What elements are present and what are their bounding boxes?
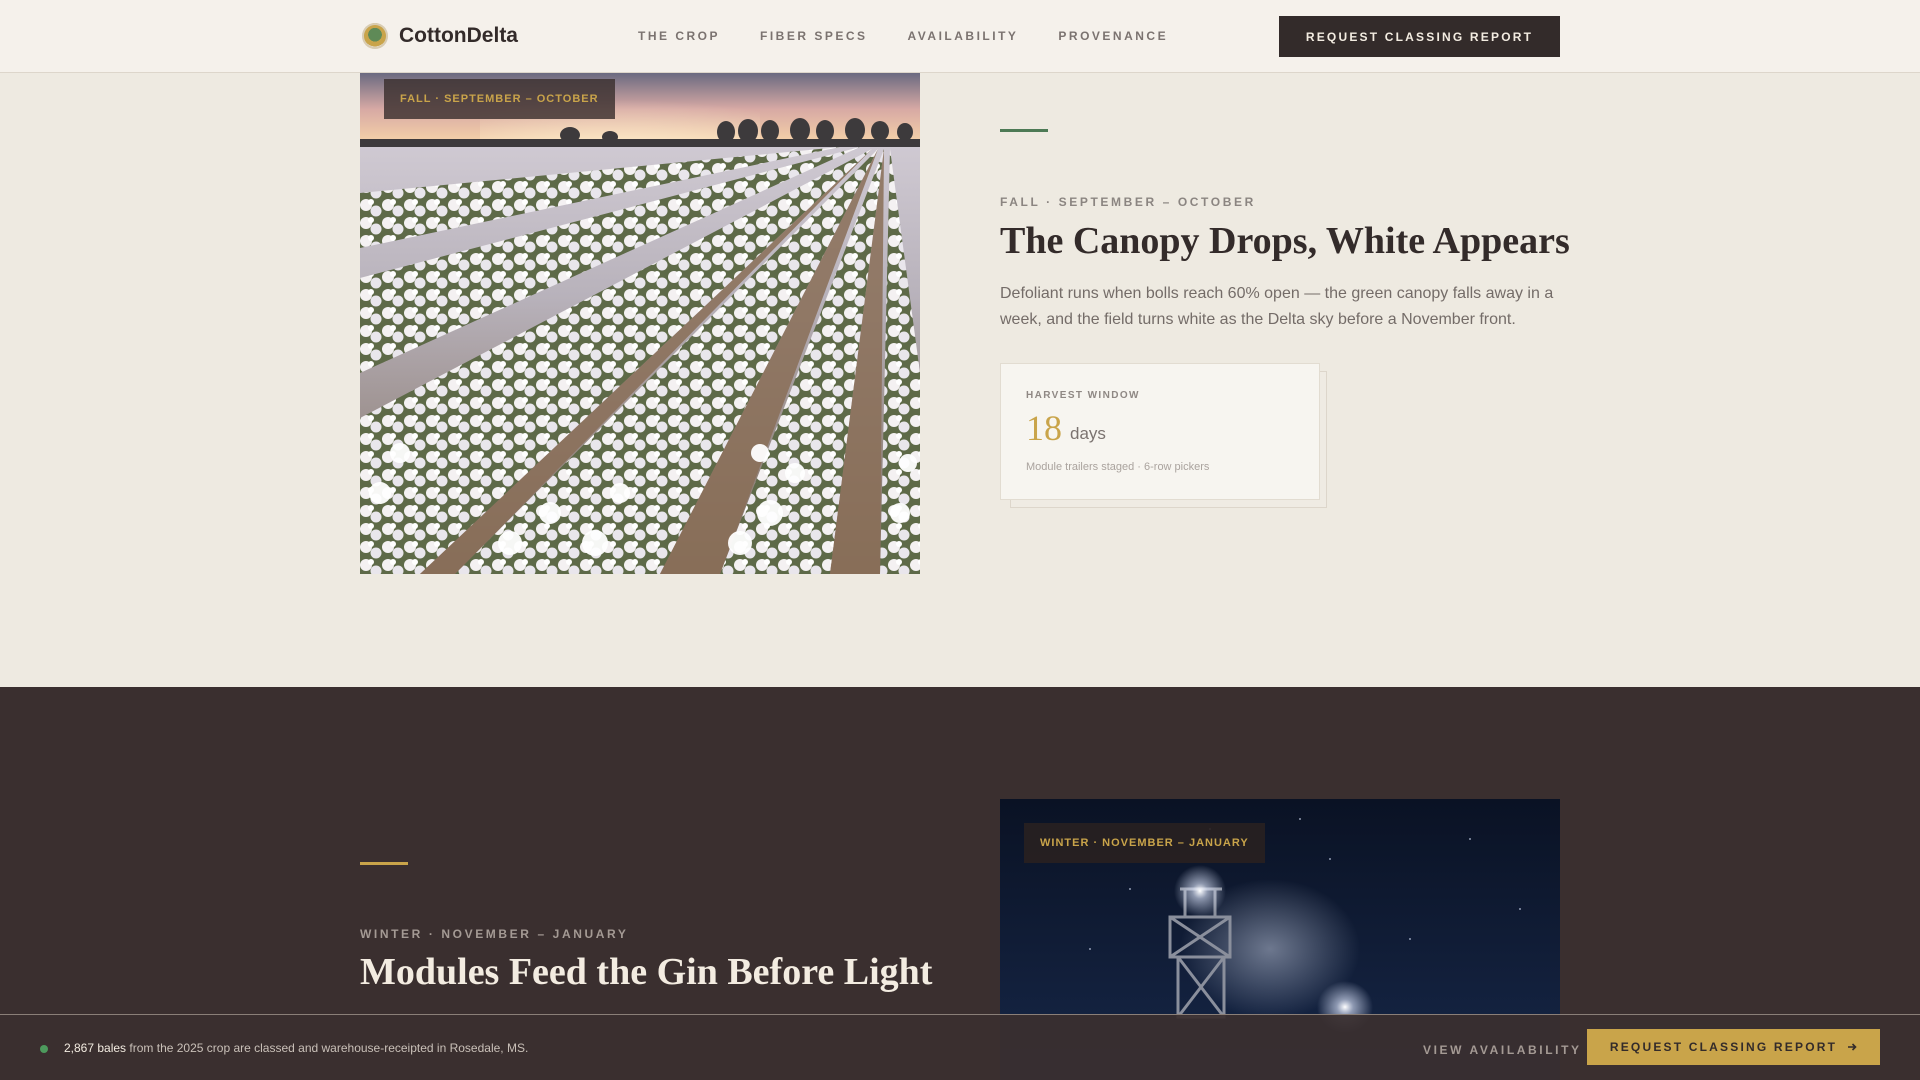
nav-fiber-specs[interactable]: FIBER SPECS <box>760 29 868 43</box>
brand-name: CottonDelta <box>399 24 518 47</box>
section-body: Defoliant runs when bolls reach 60% open… <box>1000 285 1554 328</box>
request-classing-report-button[interactable]: REQUEST CLASSING REPORT <box>1279 16 1560 57</box>
cotton-field-illustration <box>360 73 920 574</box>
availability-detail: from the 2025 crop are classed and wareh… <box>126 1041 529 1055</box>
fall-section: FALL · SEPTEMBER – OCTOBER FALL · SEPTEM… <box>0 73 1920 687</box>
cotton-boll-logo-icon <box>362 23 388 49</box>
nav-the-crop[interactable]: THE CROP <box>638 29 720 43</box>
stat-note: Module trailers staged · 6-row pickers <box>1026 461 1210 473</box>
availability-bar: 2,867 bales from the 2025 crop are class… <box>0 1014 1920 1080</box>
card-face: HARVEST WINDOW 18 days Module trailers s… <box>1000 363 1320 500</box>
status-dot-icon <box>40 1045 48 1053</box>
accent-divider <box>1000 129 1048 132</box>
stat-value: 18 <box>1026 408 1062 448</box>
cotton-field-photo: FALL · SEPTEMBER – OCTOBER <box>360 73 920 574</box>
bottom-request-classing-report-button[interactable]: REQUEST CLASSING REPORT <box>1587 1029 1880 1065</box>
section-title: Modules Feed the Gin Before Light <box>360 951 933 993</box>
season-label: FALL · SEPTEMBER – OCTOBER <box>1000 195 1256 209</box>
stat-unit: days <box>1070 424 1106 443</box>
bottom-cta-label: REQUEST CLASSING REPORT <box>1609 1040 1838 1054</box>
bale-count: 2,867 bales <box>64 1041 127 1055</box>
nav-provenance[interactable]: PROVENANCE <box>1058 29 1168 43</box>
main-nav: THE CROP FIBER SPECS AVAILABILITY PROVEN… <box>638 29 1168 43</box>
winter-image-badge: WINTER · NOVEMBER – JANUARY <box>1024 823 1265 863</box>
site-header: CottonDelta THE CROP FIBER SPECS AVAILAB… <box>0 0 1920 73</box>
season-label: WINTER · NOVEMBER – JANUARY <box>360 927 629 941</box>
accent-divider <box>360 862 408 865</box>
availability-message: 2,867 bales from the 2025 crop are class… <box>64 1041 528 1055</box>
view-availability-link[interactable]: VIEW AVAILABILITY <box>1423 1043 1582 1057</box>
brand-logo[interactable]: CottonDelta <box>362 23 518 49</box>
arrow-right-icon <box>1848 1043 1857 1051</box>
stat-label: HARVEST WINDOW <box>1026 390 1140 401</box>
harvest-window-card: HARVEST WINDOW 18 days Module trailers s… <box>1000 363 1327 508</box>
nav-availability[interactable]: AVAILABILITY <box>908 29 1019 43</box>
section-title: The Canopy Drops, White Appears <box>1000 220 1570 262</box>
fall-image-badge: FALL · SEPTEMBER – OCTOBER <box>384 79 615 119</box>
